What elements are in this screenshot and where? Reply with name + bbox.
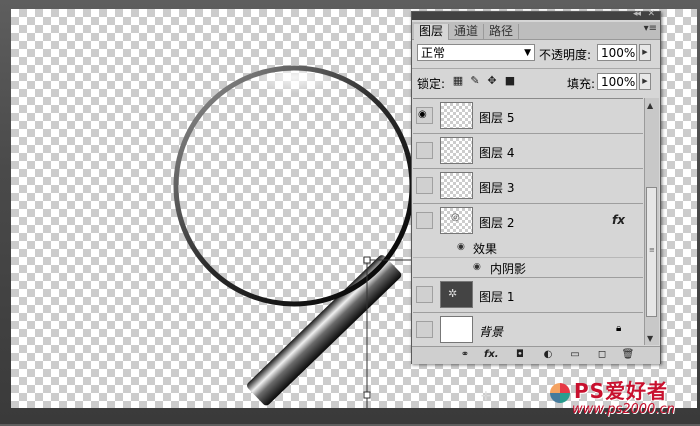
grip-icon: ≡ [649, 246, 655, 254]
panel-menu-icon[interactable]: ▾≡ [644, 23, 657, 34]
texture-thumb-icon: ✲ [448, 287, 458, 300]
layer-thumbnail [440, 172, 473, 199]
folder-icon[interactable]: ▭ [568, 349, 582, 361]
watermark-url: www.ps2000.cn [572, 402, 675, 417]
layer-row-5[interactable]: ◉ 图层 5 [413, 99, 643, 134]
link-icon[interactable]: ⚭ [458, 349, 472, 361]
layer-row-1[interactable]: ✲ 图层 1 [413, 278, 643, 313]
lock-row: 锁定: ▦ ✎ ✥ ■ 填充: 100% ▶ [412, 70, 660, 94]
fill-label: 填充: [567, 77, 596, 91]
opacity-slider-button[interactable]: ▶ [639, 44, 651, 61]
visibility-toggle[interactable]: ◉ [416, 107, 433, 124]
tab-paths[interactable]: 路径 [484, 24, 520, 39]
panel-bottom-toolbar: ⚭ fx. ◘ ◐ ▭ ◻ 🗑︎ [412, 346, 660, 364]
scroll-thumb[interactable]: ≡ [646, 187, 657, 317]
visibility-toggle[interactable] [416, 321, 433, 338]
watermark: PS爱好者 www.ps2000.cn [542, 375, 698, 423]
watermark-brand: PS爱好者 [574, 379, 669, 403]
layer-name[interactable]: 图层 3 [479, 179, 514, 196]
layer-row-3[interactable]: 图层 3 [413, 169, 643, 204]
lock-label: 锁定: [417, 77, 446, 91]
svg-text:✛: ✛ [481, 389, 491, 403]
visibility-toggle[interactable] [416, 142, 433, 159]
layer-thumbnail [440, 137, 473, 164]
eye-icon[interactable]: ◉ [457, 242, 465, 252]
layer-thumbnail [440, 102, 473, 129]
inner-shadow-label: 内阴影 [490, 262, 527, 276]
lock-icon: 🔒︎ [616, 323, 622, 334]
scroll-down-icon[interactable]: ▼ [647, 334, 653, 343]
opacity-label: 不透明度: [539, 48, 592, 62]
fx-icon[interactable]: fx. [484, 349, 499, 361]
layer-thumbnail: ◎ [440, 207, 473, 234]
chevron-down-icon: ▼ [524, 48, 531, 58]
fill-slider-button[interactable]: ▶ [639, 73, 651, 90]
panel-tabs: 图层 通道 路径 ▾≡ [412, 22, 660, 40]
lock-all-icon[interactable]: ■ [504, 75, 516, 87]
close-icon[interactable]: ✕ [647, 9, 655, 19]
lock-move-icon[interactable]: ✥ [486, 75, 498, 87]
tab-channels[interactable]: 通道 [449, 24, 485, 39]
lock-transparent-icon[interactable]: ▦ [452, 75, 464, 87]
layers-scrollbar[interactable]: ▲ ≡ ▼ [644, 98, 659, 345]
lens-ring [173, 65, 415, 307]
layers-panel: ◂◂ ✕ 图层 通道 路径 ▾≡ 正常 ▼ 不透明度: 100% ▶ 锁定: ▦… [411, 9, 661, 364]
trash-icon[interactable]: 🗑︎ [621, 349, 635, 361]
layer-row-4[interactable]: 图层 4 [413, 134, 643, 169]
mask-icon[interactable]: ◘ [513, 349, 527, 361]
layer-thumbnail: ✲ [440, 281, 473, 308]
inner-shadow-row[interactable]: ◉ 内阴影 [413, 258, 643, 278]
panel-titlebar[interactable]: ◂◂ ✕ [412, 9, 660, 20]
blend-mode-select[interactable]: 正常 ▼ [417, 44, 535, 61]
new-layer-icon[interactable]: ◻ [595, 349, 609, 361]
layer-row-2[interactable]: ◎ 图层 2 fx [413, 204, 643, 238]
layer-name[interactable]: 图层 5 [479, 109, 514, 126]
visibility-toggle[interactable] [416, 212, 433, 229]
visibility-toggle[interactable] [416, 177, 433, 194]
layer-thumbnail [440, 316, 473, 343]
layers-list: ◉ 图层 5 图层 4 图层 3 ◎ 图层 2 fx ◉ 效果 ◉ 内阴影 ✲ … [413, 98, 643, 346]
magnifier-handle [247, 255, 402, 406]
opacity-input[interactable]: 100% [597, 44, 637, 61]
layer-name[interactable]: 图层 4 [479, 144, 514, 161]
blend-mode-value: 正常 [421, 46, 446, 60]
eye-icon[interactable]: ◉ [473, 262, 481, 272]
fx-icon[interactable]: fx [612, 213, 625, 227]
adjustment-icon[interactable]: ◐ [541, 349, 555, 361]
fill-input[interactable]: 100% [597, 73, 637, 90]
circle-thumb-icon: ◎ [451, 212, 460, 223]
eye-icon: ◉ [418, 109, 427, 120]
layer-name[interactable]: 背景 [479, 323, 503, 340]
blend-row: 正常 ▼ 不透明度: 100% ▶ [412, 42, 660, 66]
divider [412, 68, 660, 69]
visibility-toggle[interactable] [416, 286, 433, 303]
tab-layers[interactable]: 图层 [414, 24, 450, 40]
layer-name[interactable]: 图层 1 [479, 288, 514, 305]
lock-brush-icon[interactable]: ✎ [469, 75, 481, 87]
layer-row-background[interactable]: 背景 🔒︎ [413, 313, 643, 346]
layer-name[interactable]: 图层 2 [479, 214, 514, 231]
effects-label: 效果 [473, 242, 498, 256]
collapse-icon[interactable]: ◂◂ [633, 9, 641, 19]
scroll-up-icon[interactable]: ▲ [647, 101, 653, 110]
effects-row[interactable]: ◉ 效果 [413, 238, 643, 258]
